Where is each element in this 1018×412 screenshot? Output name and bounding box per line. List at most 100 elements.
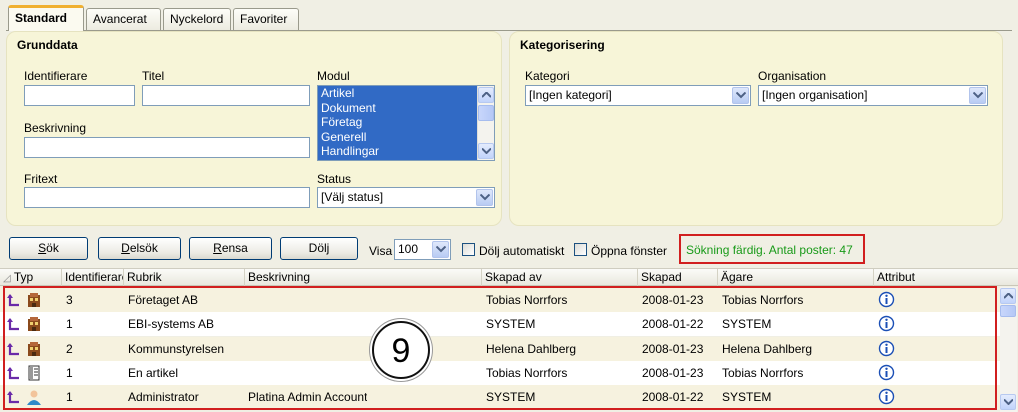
title-input[interactable] xyxy=(142,85,310,106)
parent-arrow-icon[interactable] xyxy=(6,389,22,405)
tab-avancerat[interactable]: Avancerat xyxy=(86,8,161,30)
scroll-up-button[interactable] xyxy=(478,87,494,103)
chevron-down-icon xyxy=(1004,399,1013,405)
scroll-thumb[interactable] xyxy=(1000,305,1016,317)
show-count-select[interactable]: 100 xyxy=(394,239,451,260)
table-row[interactable]: 1 Administrator Platina Admin Account SYSTE… xyxy=(0,385,1000,410)
title-label: Titel xyxy=(142,69,165,83)
dropdown-button[interactable] xyxy=(476,189,493,206)
column-header-skapad-av[interactable]: Skapad av xyxy=(482,269,638,286)
hide-button[interactable]: Dölj xyxy=(280,237,358,260)
tab-nyckelord[interactable]: Nyckelord xyxy=(163,8,231,30)
column-header-skapad[interactable]: Skapad xyxy=(638,269,718,286)
info-icon[interactable] xyxy=(878,291,895,308)
table-row[interactable]: 2 Kommunstyrelsen Helena Dahlberg 2008-01-2… xyxy=(0,336,1000,361)
cell-rubrik: Administrator xyxy=(128,390,199,405)
parent-arrow-icon[interactable] xyxy=(6,365,22,381)
dropdown-button[interactable] xyxy=(432,241,449,258)
organisation-label: Organisation xyxy=(758,69,827,83)
sort-icon: ◿ xyxy=(3,273,11,284)
scroll-down-button[interactable] xyxy=(478,143,494,159)
clear-button[interactable]: Rensa xyxy=(189,237,272,260)
cell-id: 1 xyxy=(66,390,73,405)
grunddata-title: Grunddata xyxy=(17,38,78,52)
info-icon[interactable] xyxy=(878,340,895,357)
clear-button-accesskey: R xyxy=(213,241,222,255)
identifier-label: Identifierare xyxy=(24,69,88,83)
article-icon xyxy=(26,365,42,381)
scroll-down-button[interactable] xyxy=(1000,394,1016,410)
tab-standard[interactable]: Standard xyxy=(8,5,84,31)
module-listbox[interactable]: Artikel Dokument Företag Generell Handli… xyxy=(317,85,495,161)
column-header-identifierare[interactable]: Identifierare xyxy=(62,269,124,286)
chevron-up-icon xyxy=(1004,293,1013,299)
company-icon xyxy=(26,316,42,332)
module-option[interactable]: Artikel xyxy=(318,86,494,101)
scroll-thumb[interactable] xyxy=(478,105,494,121)
cell-agare: SYSTEM xyxy=(722,390,772,405)
description-input[interactable] xyxy=(24,137,310,158)
cell-id: 1 xyxy=(66,317,73,332)
company-icon xyxy=(26,292,42,308)
user-icon xyxy=(26,389,42,406)
table-row[interactable]: 1 En artikel Tobias Norrfors 2008-01-23 Tobi… xyxy=(0,360,1000,385)
column-header-label: Typ xyxy=(13,270,34,284)
cell-skapad-av: Tobias Norrfors xyxy=(486,365,568,380)
dropdown-button[interactable] xyxy=(732,87,749,104)
show-label: Visa xyxy=(369,244,393,258)
column-header-typ[interactable]: ◿ Typ xyxy=(0,269,62,286)
status-label: Status xyxy=(317,172,352,186)
category-select[interactable]: [Ingen kategori] xyxy=(525,85,751,106)
dropdown-button[interactable] xyxy=(969,87,986,104)
organisation-select[interactable]: [Ingen organisation] xyxy=(758,85,988,106)
organisation-select-value: [Ingen organisation] xyxy=(762,88,868,102)
chevron-up-icon xyxy=(482,92,491,98)
column-header-rubrik[interactable]: Rubrik xyxy=(124,269,245,286)
cell-rubrik: EBI-systems AB xyxy=(128,317,215,332)
module-scrollbar[interactable] xyxy=(477,86,494,160)
cell-skapad-av: SYSTEM xyxy=(486,317,536,332)
search-button[interactable]: Sök xyxy=(9,237,88,260)
table-row[interactable]: 1 EBI-systems AB SYSTEM 2008-01-22 SYSTEM xyxy=(0,312,1000,337)
module-option[interactable]: Företag xyxy=(318,115,494,130)
parent-arrow-icon[interactable] xyxy=(6,316,22,332)
cell-skapad-av: Tobias Norrfors xyxy=(486,293,568,307)
identifier-input[interactable] xyxy=(24,85,135,106)
show-count-value: 100 xyxy=(398,242,419,256)
parent-arrow-icon[interactable] xyxy=(6,292,22,308)
status-select[interactable]: [Välj status] xyxy=(317,187,495,208)
module-option[interactable]: Dokument xyxy=(318,101,494,116)
chevron-down-icon xyxy=(482,148,491,154)
freetext-label: Fritext xyxy=(24,172,58,186)
freetext-input[interactable] xyxy=(24,187,310,208)
auto-hide-checkbox[interactable] xyxy=(462,243,475,256)
info-icon[interactable] xyxy=(878,364,895,381)
column-header-agare[interactable]: Ägare xyxy=(718,269,874,286)
column-header-attribut[interactable]: Attribut xyxy=(874,269,1018,286)
cell-rubrik: Kommunstyrelsen xyxy=(128,341,225,356)
open-window-checkbox[interactable] xyxy=(574,243,587,256)
cell-id: 1 xyxy=(66,365,73,380)
search-button-accesskey: S xyxy=(38,241,47,255)
info-icon[interactable] xyxy=(878,315,895,332)
info-icon[interactable] xyxy=(878,388,895,405)
chevron-down-icon xyxy=(736,92,746,99)
annotation-number-badge: 9 xyxy=(372,321,430,379)
tab-favoriter[interactable]: Favoriter xyxy=(233,8,299,30)
module-option[interactable]: Handlingar xyxy=(318,144,494,159)
module-option[interactable]: Generell xyxy=(318,130,494,145)
clear-button-label: ensa xyxy=(221,241,248,255)
cell-id: 2 xyxy=(66,341,73,356)
grid-scrollbar[interactable] xyxy=(1000,287,1017,412)
scroll-up-button[interactable] xyxy=(1000,288,1016,304)
cell-skapad-av: Helena Dahlberg xyxy=(486,341,577,356)
cell-skapad: 2008-01-22 xyxy=(642,390,704,405)
module-label: Modul xyxy=(317,69,350,83)
table-row[interactable]: 3 Företaget AB Tobias Norrfors 2008-01-23 To… xyxy=(0,288,1000,312)
column-header-beskrivning[interactable]: Beskrivning xyxy=(245,269,482,286)
parent-arrow-icon[interactable] xyxy=(6,341,22,357)
cell-rubrik: En artikel xyxy=(128,365,179,380)
grid-header: ◿ Typ Identifierare Rubrik Beskrivning S… xyxy=(0,268,1018,286)
partial-search-button[interactable]: Delsök xyxy=(98,237,181,260)
kategorisering-title: Kategorisering xyxy=(520,38,605,52)
